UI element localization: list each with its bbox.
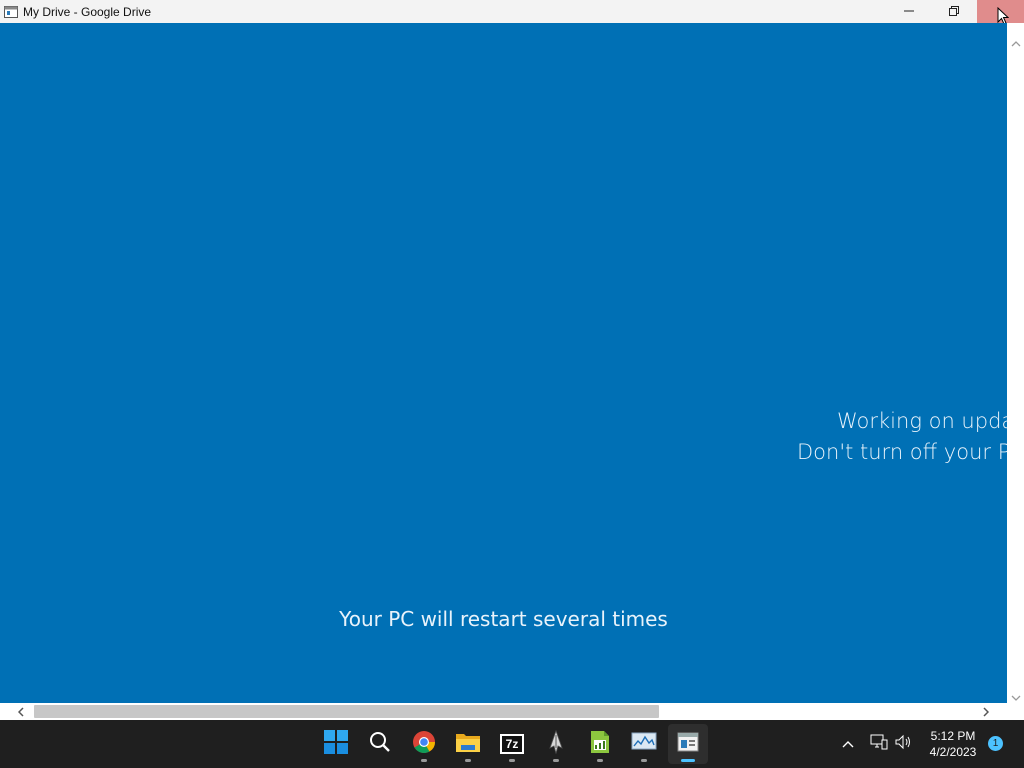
restart-notice: Your PC will restart several times — [339, 607, 668, 631]
horizontal-scroll-thumb[interactable] — [34, 705, 659, 718]
7zip-icon: 7z — [500, 734, 524, 754]
system-clock[interactable]: 5:12 PM 4/2/2023 — [920, 728, 986, 760]
update-status-text: Working on upda — [837, 409, 1007, 433]
start-button[interactable] — [316, 724, 356, 764]
monitor-chart-icon — [631, 732, 657, 757]
vertical-scrollbar[interactable] — [1007, 23, 1024, 703]
chrome-icon — [412, 730, 436, 759]
chrome-button[interactable] — [404, 724, 444, 764]
search-icon — [369, 731, 391, 758]
window-title: My Drive - Google Drive — [23, 4, 152, 19]
taskbar: 7z 5:12 PM 4/2/2023 1 — [0, 720, 1024, 768]
7zip-button[interactable]: 7z — [492, 724, 532, 764]
close-button[interactable] — [977, 0, 1024, 25]
running-indicator — [421, 759, 427, 762]
windows-logo-icon — [324, 729, 348, 759]
spreadsheet-icon — [589, 730, 611, 759]
folder-icon — [455, 731, 481, 758]
volume-tray-button[interactable] — [893, 732, 915, 756]
running-indicator — [641, 759, 647, 762]
window-app-icon — [677, 732, 699, 757]
inkscape-icon — [546, 729, 566, 759]
network-icon — [870, 734, 888, 755]
clock-date: 4/2/2023 — [929, 745, 977, 759]
search-button[interactable] — [360, 724, 400, 764]
running-indicator — [681, 759, 695, 762]
resource-monitor-button[interactable] — [624, 724, 664, 764]
restore-button[interactable] — [931, 0, 977, 23]
scroll-up-arrow-icon[interactable] — [1007, 35, 1024, 52]
restore-icon — [949, 3, 959, 21]
spreadsheet-button[interactable] — [580, 724, 620, 764]
remote-desktop-button[interactable] — [668, 724, 708, 764]
running-indicator — [509, 759, 515, 762]
horizontal-scrollbar[interactable] — [0, 703, 1007, 720]
minimize-button[interactable] — [886, 0, 932, 23]
update-screen: Working on upda Don't turn off your PC Y… — [0, 23, 1007, 703]
running-indicator — [553, 759, 559, 762]
running-indicator — [597, 759, 603, 762]
notification-badge[interactable]: 1 — [988, 736, 1003, 751]
update-message: Working on upda Don't turn off your PC — [797, 406, 1007, 468]
scroll-left-arrow-icon[interactable] — [12, 703, 29, 720]
inkscape-button[interactable] — [536, 724, 576, 764]
clock-time: 5:12 PM — [930, 729, 976, 743]
chevron-up-icon — [842, 735, 854, 753]
running-indicator — [465, 759, 471, 762]
network-tray-button[interactable] — [868, 732, 890, 756]
minimize-icon — [904, 3, 914, 21]
show-hidden-icons-button[interactable] — [837, 732, 859, 756]
title-bar: My Drive - Google Drive — [0, 0, 1024, 25]
file-explorer-button[interactable] — [448, 724, 488, 764]
app-window-icon — [3, 4, 19, 20]
scrollbar-corner — [1007, 703, 1024, 720]
speaker-icon — [895, 734, 913, 755]
scroll-right-arrow-icon[interactable] — [977, 703, 994, 720]
update-warning-text: Don't turn off your PC — [797, 440, 1007, 464]
